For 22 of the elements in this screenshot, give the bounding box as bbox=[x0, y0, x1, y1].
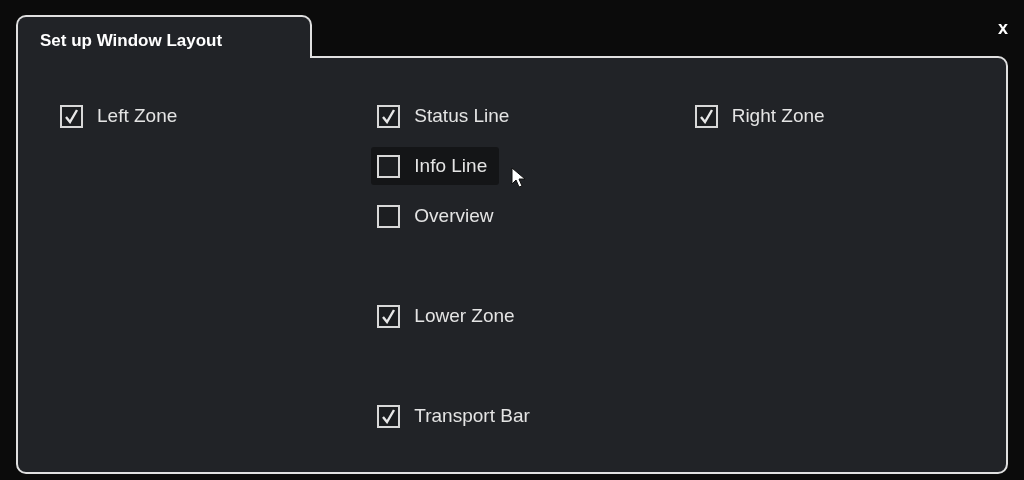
pointer-icon bbox=[511, 167, 528, 189]
checkbox[interactable] bbox=[694, 104, 718, 128]
close-button[interactable]: x bbox=[998, 19, 1008, 37]
checkbox[interactable] bbox=[60, 104, 83, 128]
checkbox[interactable] bbox=[377, 154, 401, 178]
checkbox-option[interactable]: Overview bbox=[371, 197, 506, 235]
check-icon bbox=[698, 108, 714, 124]
check-icon bbox=[381, 408, 397, 424]
checkbox-option[interactable]: Lower Zone bbox=[371, 297, 527, 335]
checkbox-option[interactable]: Transport Bar bbox=[371, 397, 542, 435]
checkbox[interactable] bbox=[377, 304, 401, 328]
dialog-tab[interactable]: Set up Window Layout bbox=[16, 15, 312, 58]
checkbox-option[interactable]: Right Zone bbox=[688, 97, 837, 135]
check-icon bbox=[64, 108, 79, 124]
check-icon bbox=[381, 308, 397, 324]
checkbox[interactable] bbox=[377, 104, 401, 128]
check-icon bbox=[381, 108, 397, 124]
checkbox[interactable] bbox=[377, 204, 401, 228]
checkbox[interactable] bbox=[377, 404, 401, 428]
checkbox-option[interactable]: Status Line bbox=[371, 97, 522, 135]
checkbox-option[interactable]: Left Zone bbox=[54, 97, 190, 135]
checkbox-option[interactable]: Info Line bbox=[371, 147, 500, 185]
